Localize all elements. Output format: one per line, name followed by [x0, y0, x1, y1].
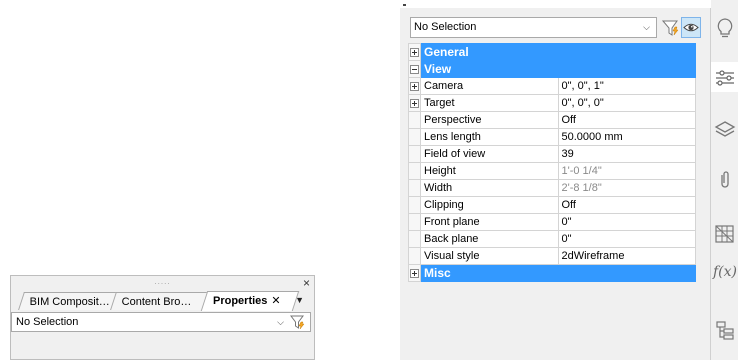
property-value[interactable]: 50.0000 mm [557, 128, 696, 146]
properties-sliders-icon [716, 70, 734, 86]
selection-value: No Selection [414, 21, 477, 33]
drag-grip[interactable]: ..... [11, 276, 314, 290]
properties-panel: No Selection ⌵ General View Camera 0", 0… [400, 8, 711, 360]
expand-icon[interactable] [410, 269, 419, 279]
property-value[interactable]: Off [557, 111, 696, 129]
fx-icon: f(x) [713, 264, 738, 280]
tab-label: Content Bro… [121, 296, 192, 308]
property-name: Camera [420, 77, 559, 95]
property-value[interactable]: 0", 0", 1" [557, 77, 696, 95]
property-row[interactable]: Front plane 0" [408, 213, 696, 231]
property-name: Field of view [420, 145, 559, 163]
selection-dropdown[interactable]: No Selection ⌵ [410, 17, 657, 38]
category-label: View [420, 60, 696, 78]
property-row[interactable]: Height 1'-0 1/4" [408, 162, 696, 180]
selection-value: No Selection [16, 316, 79, 328]
property-row[interactable]: Width 2'-8 1/8" [408, 179, 696, 197]
side-panel-strip: f(x) [711, 0, 738, 360]
property-value[interactable]: Off [557, 196, 696, 214]
property-row[interactable]: Clipping Off [408, 196, 696, 214]
property-grid: General View Camera 0", 0", 1" Target 0"… [408, 43, 696, 282]
tool-palette-icon [715, 225, 734, 243]
resize-tick [403, 4, 406, 6]
property-name: Lens length [420, 128, 559, 146]
property-name: Back plane [420, 230, 559, 248]
property-value[interactable]: 2dWireframe [557, 247, 696, 265]
structure-icon [716, 321, 734, 340]
property-row[interactable]: Perspective Off [408, 111, 696, 129]
property-row[interactable]: Field of view 39 [408, 145, 696, 163]
property-row[interactable]: Visual style 2dWireframe [408, 247, 696, 265]
property-name: Visual style [420, 247, 559, 265]
selection-dropdown[interactable]: No Selection ⌵ [11, 312, 311, 332]
close-icon[interactable]: × [303, 277, 310, 289]
eye-toggle-button[interactable] [681, 17, 701, 38]
category-view[interactable]: View [408, 60, 696, 78]
strip-expressions[interactable]: f(x) [711, 258, 738, 288]
property-name: Height [420, 162, 559, 180]
tab-content-browser[interactable]: Content Bro… [110, 292, 210, 310]
tab-properties[interactable]: Properties ✕ [200, 291, 300, 311]
tab-menu-icon[interactable]: ▼ [295, 295, 304, 305]
strip-layers[interactable] [711, 114, 738, 144]
expand-icon[interactable] [410, 81, 419, 91]
property-row[interactable]: Back plane 0" [408, 230, 696, 248]
property-name: Clipping [420, 196, 559, 214]
tab-bim-composition[interactable]: BIM Composit… [18, 292, 120, 310]
strip-attachments[interactable] [711, 164, 738, 194]
chevron-down-icon: ⌵ [643, 22, 650, 32]
collapse-icon[interactable] [410, 65, 419, 75]
property-name: Perspective [420, 111, 559, 129]
floating-palette: ..... × BIM Composit… Content Bro… Prope… [10, 275, 315, 360]
lightbulb-icon [717, 18, 733, 38]
property-row[interactable]: Target 0", 0", 0" [408, 94, 696, 112]
expand-icon[interactable] [410, 98, 419, 108]
strip-tool-palette[interactable] [711, 218, 738, 248]
property-name: Front plane [420, 213, 559, 231]
property-value: 2'-8 1/8" [557, 179, 696, 197]
property-value[interactable]: 39 [557, 145, 696, 163]
attachments-icon [721, 171, 729, 188]
filter-icon[interactable] [290, 314, 306, 330]
property-row[interactable]: Camera 0", 0", 1" [408, 77, 696, 95]
property-value[interactable]: 0" [557, 230, 696, 248]
strip-tips[interactable] [711, 12, 738, 42]
property-name: Target [420, 94, 559, 112]
strip-structure[interactable] [711, 314, 738, 344]
tab-label: Properties [213, 295, 268, 307]
tab-close-icon[interactable]: ✕ [271, 295, 280, 307]
tab-label: BIM Composit… [29, 296, 110, 308]
property-row[interactable]: Lens length 50.0000 mm [408, 128, 696, 146]
eye-icon [683, 23, 699, 32]
property-value: 1'-0 1/4" [557, 162, 696, 180]
quick-select-filter-icon[interactable] [662, 19, 680, 37]
category-label: General [420, 43, 696, 61]
strip-properties[interactable] [711, 62, 738, 92]
property-value[interactable]: 0", 0", 0" [557, 94, 696, 112]
expand-icon[interactable] [410, 48, 419, 58]
layers-icon [714, 121, 736, 137]
chevron-down-icon: ⌵ [277, 317, 284, 327]
category-label: Misc [420, 264, 696, 282]
category-misc[interactable]: Misc [408, 264, 696, 282]
property-name: Width [420, 179, 559, 197]
property-value[interactable]: 0" [557, 213, 696, 231]
category-general[interactable]: General [408, 43, 696, 61]
